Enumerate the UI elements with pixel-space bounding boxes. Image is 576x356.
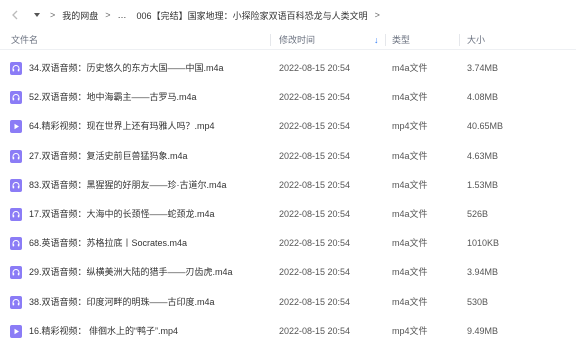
file-name[interactable]: 64.精彩视频：现在世界上还有玛雅人吗？.mp4	[29, 112, 269, 141]
file-type: mp4文件	[392, 121, 428, 132]
file-size: 1.53MB	[467, 179, 499, 190]
file-name[interactable]: 52.双语音频：地中海霸主——古罗马.m4a	[29, 83, 269, 112]
audio-file-icon	[10, 237, 22, 251]
file-size: 1010KB	[467, 238, 500, 249]
audio-file-icon	[10, 91, 22, 105]
file-type: m4a文件	[392, 238, 428, 249]
file-modified-time: 2022-08-15 20:54	[279, 296, 351, 307]
column-header-modified[interactable]: 修改时间	[279, 30, 315, 50]
file-type: m4a文件	[392, 179, 428, 190]
file-row[interactable]: 52.双语音频：地中海霸主——古罗马.m4a 2022-08-15 20:54 m4…	[0, 83, 576, 112]
breadcrumb-separator: >	[105, 10, 111, 20]
breadcrumb-separator: >	[50, 10, 56, 20]
file-type: m4a文件	[392, 150, 428, 161]
breadcrumb-separator: >	[374, 10, 380, 20]
file-row[interactable]: 34.双语音频：历史悠久的东方大国——中国.m4a 2022-08-15 20:5…	[0, 54, 576, 83]
back-icon[interactable]	[8, 8, 22, 22]
sort-descending-icon[interactable]: ↓	[374, 30, 379, 50]
file-type: m4a文件	[392, 267, 428, 278]
file-type: m4a文件	[392, 92, 428, 103]
file-type: m4a文件	[392, 296, 428, 307]
file-modified-time: 2022-08-15 20:54	[279, 63, 351, 73]
column-header-name[interactable]: 文件名	[11, 30, 38, 50]
video-file-icon	[10, 324, 22, 338]
file-type: mp4文件	[392, 325, 428, 336]
audio-file-icon	[10, 266, 22, 280]
file-size: 4.63MB	[467, 150, 499, 161]
column-header-size[interactable]: 大小	[467, 30, 485, 50]
column-divider[interactable]	[385, 34, 386, 46]
file-name[interactable]: 34.双语音频：历史悠久的东方大国——中国.m4a	[29, 54, 269, 83]
file-name[interactable]: 27.双语音频：复活史前巨兽猛犸象.m4a	[29, 142, 269, 171]
file-name[interactable]: 83.双语音频：黑猩猩的好朋友——珍·古道尔.m4a	[29, 171, 269, 200]
file-modified-time: 2022-08-15 20:54	[279, 179, 351, 190]
column-divider[interactable]	[459, 34, 460, 46]
file-size: 9.49MB	[467, 325, 499, 336]
file-size: 40.65MB	[467, 121, 504, 132]
file-row[interactable]: 17.双语音频：大海中的长颈怪——蛇颈龙.m4a 2022-08-15 20:54…	[0, 200, 576, 229]
column-header-type[interactable]: 类型	[392, 30, 410, 50]
file-modified-time: 2022-08-15 20:54	[279, 92, 351, 103]
file-modified-time: 2022-08-15 20:54	[279, 325, 351, 336]
breadcrumb-current-folder[interactable]: 006【完结】国家地理：小探险家双语百科恐龙与人类文明	[137, 9, 368, 22]
file-type: m4a文件	[392, 209, 428, 219]
file-row[interactable]: 38.双语音频：印度河畔的明珠——古印度.m4a 2022-08-15 20:54…	[0, 288, 576, 317]
file-modified-time: 2022-08-15 20:54	[279, 267, 351, 278]
audio-file-icon	[10, 149, 22, 163]
file-row[interactable]: 68.英语音频：苏格拉底丨Socrates.m4a 2022-08-15 20:5…	[0, 229, 576, 258]
file-modified-time: 2022-08-15 20:54	[279, 209, 351, 219]
dropdown-icon[interactable]	[30, 8, 44, 22]
file-list-header: 文件名 修改时间 ↓ 类型 大小	[0, 30, 576, 50]
file-name[interactable]: 29.双语音频：纵横美洲大陆的猎手——刃齿虎.m4a	[29, 258, 269, 287]
breadcrumb-ellipsis[interactable]: …	[118, 10, 127, 20]
file-type: m4a文件	[392, 63, 428, 73]
breadcrumb-root[interactable]: 我的网盘	[62, 9, 98, 22]
file-row[interactable]: 27.双语音频：复活史前巨兽猛犸象.m4a 2022-08-15 20:54 m4a…	[0, 142, 576, 171]
column-divider[interactable]	[270, 34, 271, 46]
file-name[interactable]: 68.英语音频：苏格拉底丨Socrates.m4a	[29, 229, 269, 258]
file-modified-time: 2022-08-15 20:54	[279, 150, 351, 161]
file-row[interactable]: 83.双语音频：黑猩猩的好朋友——珍·古道尔.m4a 2022-08-15 20:…	[0, 171, 576, 200]
file-size: 4.08MB	[467, 92, 499, 103]
file-row[interactable]: 64.精彩视频：现在世界上还有玛雅人吗？.mp4 2022-08-15 20:54…	[0, 112, 576, 141]
file-size: 530B	[467, 296, 489, 307]
audio-file-icon	[10, 62, 22, 75]
file-name[interactable]: 16.精彩视频： 俳徊水上的“鸭子”.mp4	[29, 317, 269, 346]
file-modified-time: 2022-08-15 20:54	[279, 121, 351, 132]
file-size: 526B	[467, 209, 489, 219]
breadcrumb: > 我的网盘 > … 006【完结】国家地理：小探险家双语百科恐龙与人类文明 >	[0, 0, 576, 30]
audio-file-icon	[10, 208, 22, 221]
file-size: 3.74MB	[467, 63, 499, 73]
file-modified-time: 2022-08-15 20:54	[279, 238, 351, 249]
audio-file-icon	[10, 295, 22, 309]
file-name[interactable]: 17.双语音频：大海中的长颈怪——蛇颈龙.m4a	[29, 200, 269, 229]
video-file-icon	[10, 120, 22, 134]
file-size: 3.94MB	[467, 267, 499, 278]
audio-file-icon	[10, 178, 22, 192]
file-row[interactable]: 16.精彩视频： 俳徊水上的“鸭子”.mp4 2022-08-15 20:54 mp…	[0, 317, 576, 346]
file-row[interactable]: 29.双语音频：纵横美洲大陆的猎手——刃齿虎.m4a 2022-08-15 20:…	[0, 258, 576, 287]
file-name[interactable]: 38.双语音频：印度河畔的明珠——古印度.m4a	[29, 288, 269, 317]
